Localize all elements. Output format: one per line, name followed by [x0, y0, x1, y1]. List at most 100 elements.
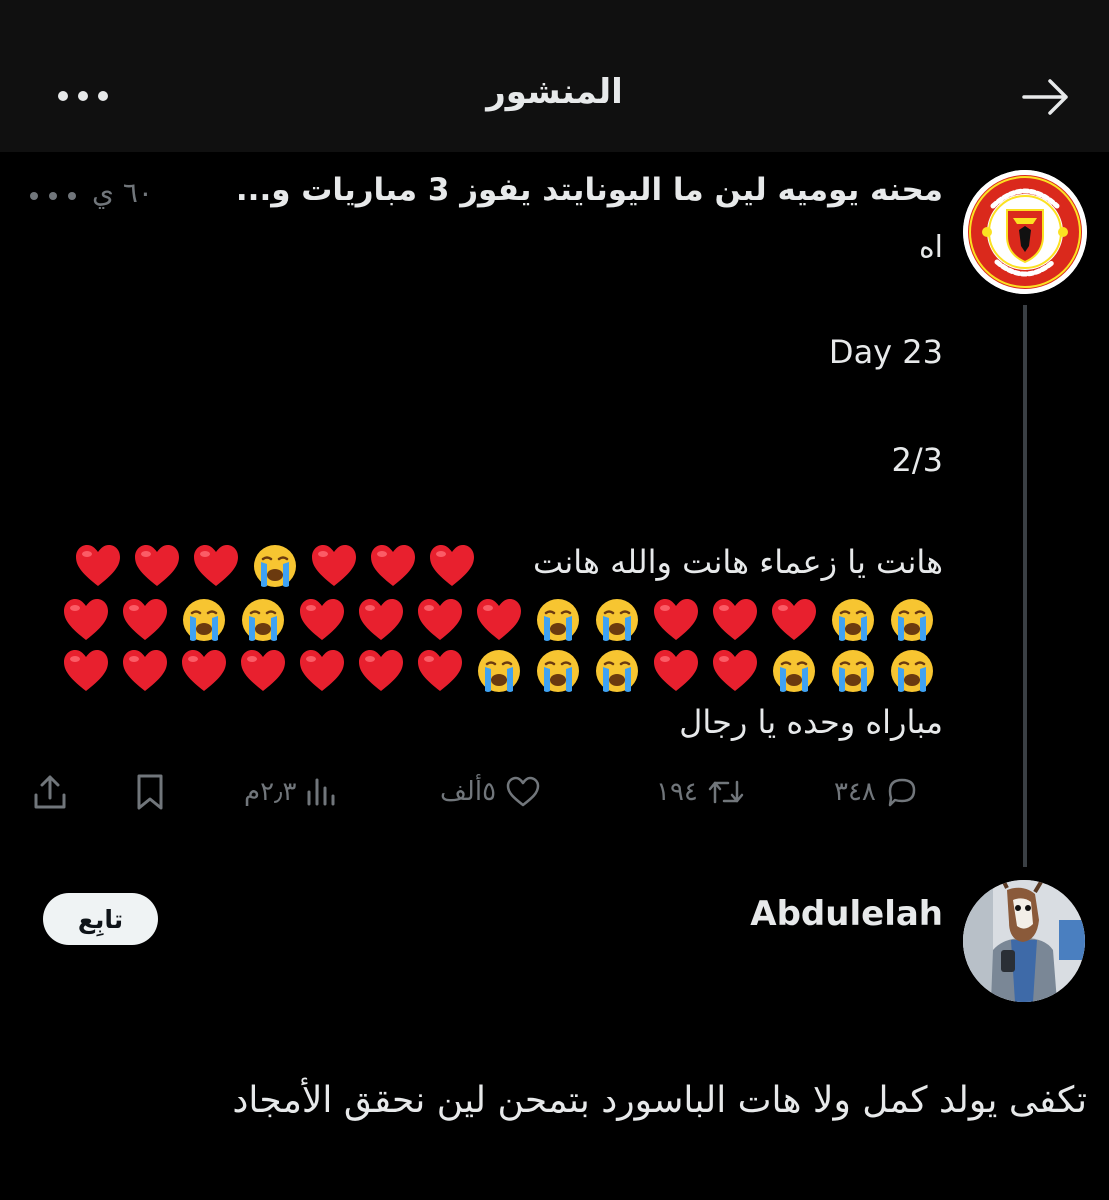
author-name-continuation: اه [918, 230, 943, 265]
red-heart-emoji [63, 650, 108, 691]
sob-emoji-cell [823, 594, 882, 646]
reply-author-name[interactable]: Abdulelah [750, 894, 943, 934]
red-heart-emoji [240, 650, 285, 691]
heart-emoji-cell [56, 645, 115, 697]
thread-connector [1023, 305, 1027, 867]
bookmark-button[interactable] [132, 768, 168, 816]
repost-count: ١٩٤ [656, 777, 698, 807]
post-line-text: هانت يا زعماء هانت والله هانت [532, 543, 943, 581]
views-bars-icon [307, 778, 335, 806]
author-display-name[interactable]: محنه يوميه لين ما اليونايتد يفوز 3 مباري… [236, 172, 943, 208]
sob-emoji [536, 650, 579, 692]
heart-emoji-cell [56, 594, 115, 646]
reply-button[interactable]: ٣٤٨ [834, 768, 920, 816]
views-button[interactable]: ٢٫٣م [244, 768, 338, 816]
red-heart-emoji [370, 545, 415, 586]
sob-emoji-cell [823, 645, 882, 697]
sob-emoji [890, 599, 933, 641]
red-heart-emoji [134, 545, 179, 586]
post-more-icon[interactable] [28, 186, 78, 206]
red-heart-emoji [358, 650, 403, 691]
heart-emoji-cell [115, 594, 174, 646]
red-heart-emoji [193, 545, 238, 586]
post-line-closing: مباراه وحده يا رجال [679, 703, 943, 741]
reply-avatar[interactable] [963, 880, 1085, 1002]
post-actions: ٣٤٨ ١٩٤ ٥ألف ٢٫٣م [26, 768, 946, 816]
share-icon [34, 775, 66, 809]
red-heart-emoji [476, 599, 521, 640]
heart-emoji-cell [410, 645, 469, 697]
heart-emoji-cell [68, 540, 127, 592]
sob-emoji-cell [245, 540, 304, 592]
heart-emoji-cell [351, 645, 410, 697]
reply-bubble-icon [888, 778, 916, 807]
author-avatar[interactable] [963, 170, 1087, 294]
heart-emoji-cell [186, 540, 245, 592]
red-heart-emoji [122, 599, 167, 640]
emoji-row [56, 645, 941, 697]
sob-emoji [182, 599, 225, 641]
view-count: ٢٫٣م [244, 777, 297, 807]
heart-emoji-cell [646, 645, 705, 697]
red-heart-emoji [429, 545, 474, 586]
emoji-row [56, 594, 941, 646]
sob-emoji-cell [587, 645, 646, 697]
heart-emoji-cell [127, 540, 186, 592]
red-heart-emoji [122, 650, 167, 691]
sob-emoji-cell [469, 645, 528, 697]
post-timestamp: ٦٠ ي [92, 176, 153, 209]
heart-emoji-cell [469, 594, 528, 646]
red-heart-emoji [712, 650, 757, 691]
top-bar: المنشور [0, 0, 1109, 152]
red-heart-emoji [653, 599, 698, 640]
like-count: ٥ألف [440, 777, 497, 807]
sob-emoji [595, 599, 638, 641]
follow-button[interactable]: تابِع [43, 893, 158, 945]
reply-text: تكفى يولد كمل ولا هات الباسورد بتمحن لين… [232, 1080, 1087, 1121]
heart-emoji-cell [292, 594, 351, 646]
reply-avatar-image [963, 880, 1085, 1002]
like-button[interactable]: ٥ألف [440, 768, 542, 816]
sob-emoji-cell [882, 594, 941, 646]
sob-emoji-cell [233, 594, 292, 646]
red-heart-emoji [63, 599, 108, 640]
heart-emoji-cell [174, 645, 233, 697]
bookmark-icon [137, 774, 163, 810]
red-heart-emoji [311, 545, 356, 586]
red-heart-emoji [358, 599, 403, 640]
sob-emoji [253, 545, 296, 587]
sob-emoji-cell [882, 645, 941, 697]
heart-emoji-cell [410, 594, 469, 646]
red-heart-emoji [181, 650, 226, 691]
more-dots-icon[interactable] [57, 84, 109, 108]
sob-emoji [831, 650, 874, 692]
heart-emoji-cell [233, 645, 292, 697]
red-heart-emoji [417, 599, 462, 640]
arrow-right-icon[interactable] [1018, 76, 1074, 118]
post-line-day: Day 23 [828, 333, 943, 371]
sob-emoji-cell [528, 645, 587, 697]
sob-emoji [241, 599, 284, 641]
sob-emoji [536, 599, 579, 641]
heart-emoji-cell [363, 540, 422, 592]
red-heart-emoji [417, 650, 462, 691]
sob-emoji [477, 650, 520, 692]
heart-emoji-cell [646, 594, 705, 646]
sob-emoji-cell [587, 594, 646, 646]
heart-emoji-cell [304, 540, 363, 592]
red-heart-emoji [712, 599, 757, 640]
repost-icon [708, 780, 744, 804]
heart-emoji-cell [292, 645, 351, 697]
sob-emoji [595, 650, 638, 692]
sob-emoji [772, 650, 815, 692]
heart-outline-icon [506, 776, 540, 807]
reply-count: ٣٤٨ [834, 777, 876, 807]
repost-button[interactable]: ١٩٤ [656, 768, 746, 816]
share-button[interactable] [30, 768, 70, 816]
red-heart-emoji [299, 599, 344, 640]
post-line-count: 2/3 [891, 441, 944, 479]
sob-emoji-cell [528, 594, 587, 646]
red-heart-emoji [299, 650, 344, 691]
page-title: المنشور [486, 72, 623, 112]
heart-emoji-cell [351, 594, 410, 646]
